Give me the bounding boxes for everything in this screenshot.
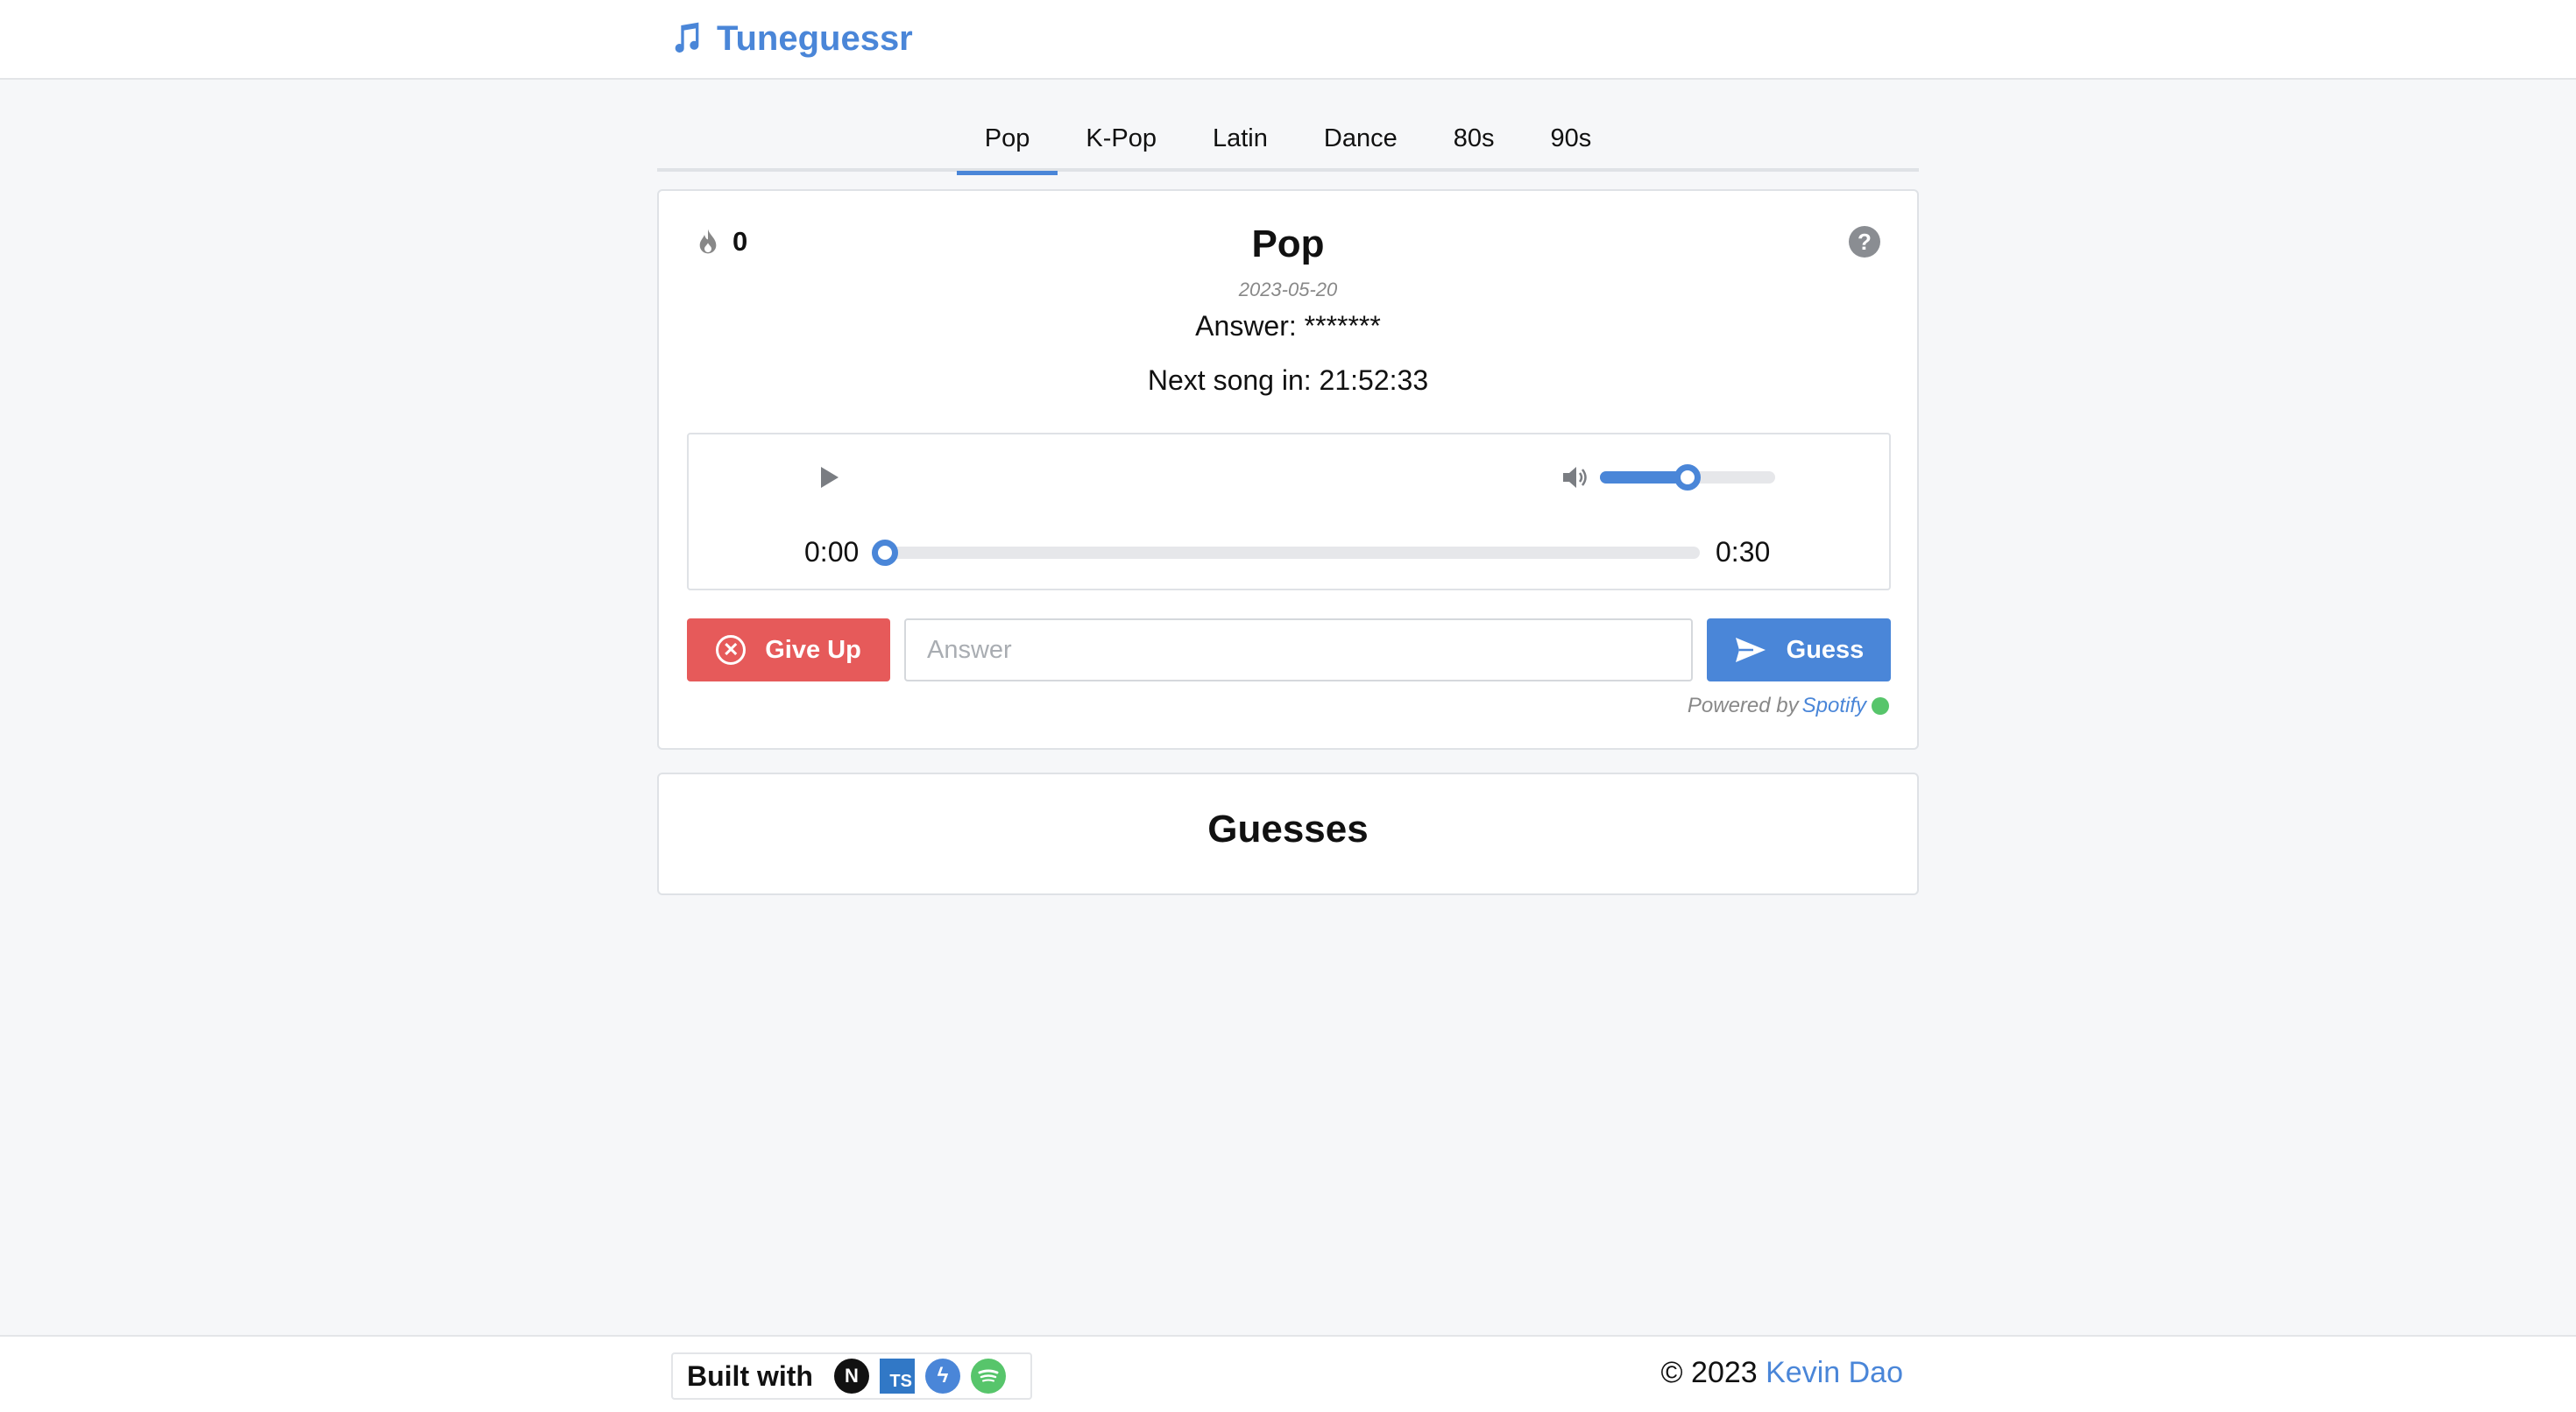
answer-mask: Answer: ******* xyxy=(1195,310,1381,342)
volume-slider[interactable] xyxy=(1600,464,1775,491)
seek-slider[interactable] xyxy=(872,540,1700,566)
audio-player: 0:00 0:30 xyxy=(687,433,1891,590)
nextjs-icon[interactable]: N xyxy=(833,1359,869,1394)
tab-90s[interactable]: 90s xyxy=(1522,105,1619,172)
nextjs-glyph: N xyxy=(845,1365,859,1387)
music-note-icon xyxy=(675,22,699,53)
author-link[interactable]: Kevin Dao xyxy=(1766,1356,1903,1389)
chakra-ui-icon[interactable]: ϟ xyxy=(924,1359,960,1394)
typescript-glyph: TS xyxy=(889,1372,912,1391)
tab-label: K-Pop xyxy=(1086,124,1157,152)
guesses-card: Guesses xyxy=(657,773,1919,895)
tab-label: 90s xyxy=(1550,124,1592,152)
brand-link[interactable]: Tuneguessr xyxy=(669,16,913,61)
spotify-waves xyxy=(978,1369,999,1382)
duration: 0:30 xyxy=(1716,536,1771,568)
close-circle-icon: ✕ xyxy=(716,635,747,665)
tab-label: Dance xyxy=(1323,124,1398,152)
spotify-dot-icon xyxy=(1872,697,1889,715)
guesses-title: Guesses xyxy=(1207,808,1369,851)
powered-by-prefix: Powered by xyxy=(1687,694,1799,717)
tab-pop[interactable]: Pop xyxy=(956,105,1058,175)
give-up-label: Give Up xyxy=(765,635,861,664)
answer-input[interactable] xyxy=(904,618,1693,681)
tab-label: Latin xyxy=(1212,124,1268,152)
genre-tabs: Pop K-Pop Latin Dance 80s 90s xyxy=(657,105,1919,175)
play-icon[interactable] xyxy=(818,464,841,491)
tab-latin[interactable]: Latin xyxy=(1185,105,1296,172)
tab-kpop[interactable]: K-Pop xyxy=(1058,105,1185,172)
copyright-prefix: © 2023 xyxy=(1660,1356,1766,1389)
brand-name: Tuneguessr xyxy=(717,18,913,58)
built-with-label: Built with xyxy=(687,1359,813,1392)
spotify-icon[interactable] xyxy=(970,1359,1006,1394)
copyright: © 2023 Kevin Dao xyxy=(1661,1356,1903,1390)
guess-label: Guess xyxy=(1786,635,1865,664)
guess-button[interactable]: Guess xyxy=(1707,618,1891,681)
chakra-glyph: ϟ xyxy=(937,1364,949,1387)
send-icon xyxy=(1735,638,1766,662)
tab-dance[interactable]: Dance xyxy=(1296,105,1426,172)
tab-80s[interactable]: 80s xyxy=(1426,105,1523,172)
volume-thumb[interactable] xyxy=(1674,464,1701,491)
powered-by: Powered by Spotify xyxy=(1688,694,1889,718)
current-time: 0:00 xyxy=(804,536,860,568)
volume-icon[interactable] xyxy=(1561,464,1591,491)
seek-thumb[interactable] xyxy=(872,540,898,566)
built-with-badge: Built with N TS ϟ xyxy=(671,1352,1032,1400)
game-card: 0 ? Pop 2023-05-20 Answer: ******* Next … xyxy=(657,189,1919,750)
typescript-icon[interactable]: TS xyxy=(879,1359,915,1394)
top-bar: Tuneguessr xyxy=(0,0,2576,80)
tab-label: Pop xyxy=(984,124,1030,152)
genre-title: Pop xyxy=(1251,222,1325,265)
give-up-button[interactable]: ✕ Give Up xyxy=(687,618,890,681)
footer: Built with N TS ϟ © 2023 Kevin Dao xyxy=(0,1335,2576,1412)
tab-label: 80s xyxy=(1453,124,1495,152)
spotify-link[interactable]: Spotify xyxy=(1802,694,1866,718)
next-song-countdown: Next song in: 21:52:33 xyxy=(1147,364,1429,396)
puzzle-date: 2023-05-20 xyxy=(1238,279,1338,300)
